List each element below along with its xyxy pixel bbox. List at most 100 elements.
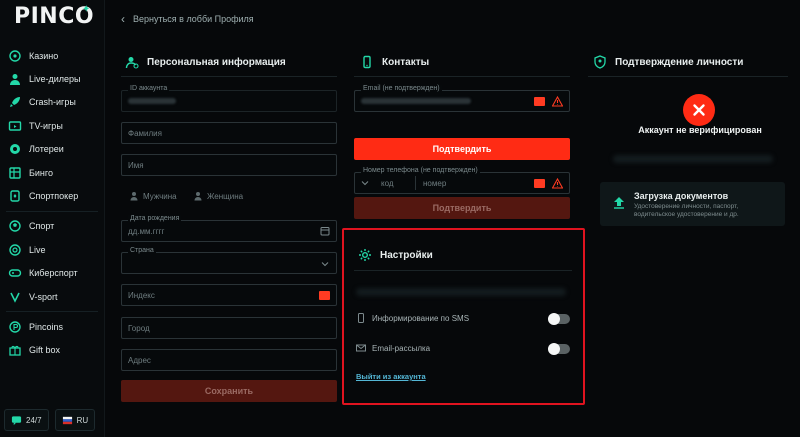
save-button[interactable]: Сохранить — [121, 380, 337, 402]
verification-divider — [588, 76, 788, 77]
confirm-email-button[interactable]: Подтвердить — [354, 138, 570, 160]
casino-icon — [8, 49, 22, 63]
sidebar-item-tv[interactable]: TV-игры — [0, 114, 104, 137]
email-field[interactable]: Email (не подтвержден) — [354, 85, 570, 112]
settings-title: Настройки — [358, 248, 433, 262]
email-label: Email (не подтвержден) — [361, 85, 442, 92]
live-icon — [8, 243, 22, 257]
phone-field[interactable]: Номер телефона (не подтвержден) код номе… — [354, 167, 570, 194]
gender-female-radio[interactable]: Женщина — [193, 191, 243, 201]
logout-link[interactable]: Выйти из аккаунта — [356, 372, 426, 381]
sport-icon — [8, 219, 22, 233]
calendar-icon[interactable] — [320, 226, 330, 236]
surname-input[interactable]: Фамилия — [121, 122, 337, 144]
sidebar-item-label: V-sport — [29, 291, 58, 302]
keyboard-icon[interactable] — [319, 291, 330, 300]
upload-documents-card[interactable]: Загрузка документов Удостоверение личнос… — [600, 182, 785, 226]
phone-number-placeholder[interactable]: номер — [423, 179, 446, 188]
sidebar-item-live-dealers[interactable]: Live-дилеры — [0, 67, 104, 90]
sidebar-item-label: Спортпокер — [29, 191, 79, 202]
bingo-icon — [8, 166, 22, 180]
lottery-icon — [8, 142, 22, 156]
phone-code-placeholder[interactable]: код — [381, 179, 419, 188]
city-input[interactable]: Город — [121, 317, 337, 339]
zip-input[interactable]: Индекс — [121, 284, 337, 306]
zip-placeholder: Индекс — [128, 290, 155, 300]
sidebar-item-label: Live — [29, 244, 46, 255]
birthdate-input[interactable]: Дата рождения дд.мм.гггг — [121, 215, 337, 242]
personal-title-text: Персональная информация — [147, 56, 286, 68]
sidebar-item-label: Киберспорт — [29, 268, 78, 279]
keyboard-icon[interactable] — [534, 97, 545, 106]
sms-toggle[interactable] — [548, 313, 570, 325]
sms-setting: Информирование по SMS — [356, 313, 469, 323]
gamepad-icon — [8, 266, 22, 280]
male-icon — [130, 192, 138, 201]
chevron-down-icon — [321, 262, 329, 267]
toggle-knob — [548, 343, 560, 355]
name-input[interactable]: Имя — [121, 154, 337, 176]
birthdate-label: Дата рождения — [128, 215, 182, 222]
rocket-icon — [8, 95, 22, 109]
sidebar-item-live[interactable]: Live — [0, 238, 104, 261]
toggle-knob — [548, 313, 560, 325]
mail-icon — [356, 344, 366, 352]
chevron-left-icon: ‹ — [121, 12, 125, 26]
sidebar-item-label: Казино — [29, 50, 59, 61]
phone-label: Номер телефона (не подтвержден) — [361, 167, 480, 174]
contacts-title: Контакты — [360, 55, 429, 69]
sidebar-divider — [6, 311, 98, 313]
keyboard-icon[interactable] — [534, 179, 545, 188]
tv-icon — [8, 119, 22, 133]
sidebar-item-esports[interactable]: Киберспорт — [0, 262, 104, 285]
personal-divider — [121, 76, 337, 77]
country-select[interactable]: Страна — [121, 247, 337, 274]
sidebar-item-vsport[interactable]: V-sport — [0, 285, 104, 308]
gender-female-label: Женщина — [207, 191, 244, 201]
sidebar-item-bingo[interactable]: Бинго — [0, 161, 104, 184]
sidebar-item-label: Live-дилеры — [29, 74, 81, 85]
verification-status: Аккаунт не верифицирован — [638, 125, 762, 135]
sidebar-item-giftbox[interactable]: Gift box — [0, 339, 104, 362]
gender-male-radio[interactable]: Мужчина — [129, 191, 177, 201]
sidebar-item-label: Pincoins — [29, 321, 64, 332]
city-placeholder: Город — [128, 323, 150, 333]
sidebar-item-sport[interactable]: Спорт — [0, 215, 104, 238]
verification-hint — [613, 155, 773, 163]
warning-icon — [552, 96, 563, 107]
email-setting: Email-рассылка — [356, 343, 430, 353]
gift-icon — [8, 343, 22, 357]
close-icon — [693, 104, 705, 116]
vsport-icon — [8, 290, 22, 304]
back-label: Вернуться в лобби Профиля — [133, 14, 254, 24]
address-input[interactable]: Адрес — [121, 349, 337, 371]
shield-icon — [594, 55, 606, 69]
sidebar-item-crash[interactable]: Crash-игры — [0, 91, 104, 114]
country-label: Страна — [128, 247, 156, 254]
email-toggle[interactable] — [548, 343, 570, 355]
logo-spark-icon: ✦ — [82, 4, 91, 15]
upload-description: Удостоверение личности, паспорт, водител… — [634, 203, 739, 218]
language-label: RU — [76, 415, 89, 425]
sidebar-item-label: TV-игры — [29, 120, 63, 131]
contacts-title-text: Контакты — [382, 56, 430, 68]
sidebar-item-casino[interactable]: Казино — [0, 44, 104, 67]
language-button[interactable]: RU — [54, 409, 96, 431]
settings-title-text: Настройки — [380, 249, 433, 261]
account-id-value — [128, 98, 176, 104]
name-placeholder: Имя — [128, 160, 144, 170]
back-link[interactable]: ‹ Вернуться в лобби Профиля — [121, 12, 254, 26]
sidebar-item-pincoins[interactable]: Pincoins — [0, 315, 104, 338]
sidebar-item-lottery[interactable]: Лотереи — [0, 138, 104, 161]
birthdate-placeholder: дд.мм.гггг — [128, 226, 165, 236]
account-id-label: ID аккаунта — [128, 85, 170, 92]
confirm-phone-button[interactable]: Подтвердить — [354, 197, 570, 219]
support-button[interactable]: 24/7 — [4, 409, 49, 431]
live-dealer-icon — [8, 72, 22, 86]
verification-title: Подтверждение личности — [593, 55, 743, 69]
sidebar-item-sportpoker[interactable]: Спортпокер — [0, 184, 104, 207]
profile-main: ‹ Вернуться в лобби Профиля Персональная… — [105, 0, 800, 437]
contacts-divider — [354, 76, 570, 77]
settings-divider — [354, 270, 572, 271]
sidebar-divider — [6, 210, 98, 212]
